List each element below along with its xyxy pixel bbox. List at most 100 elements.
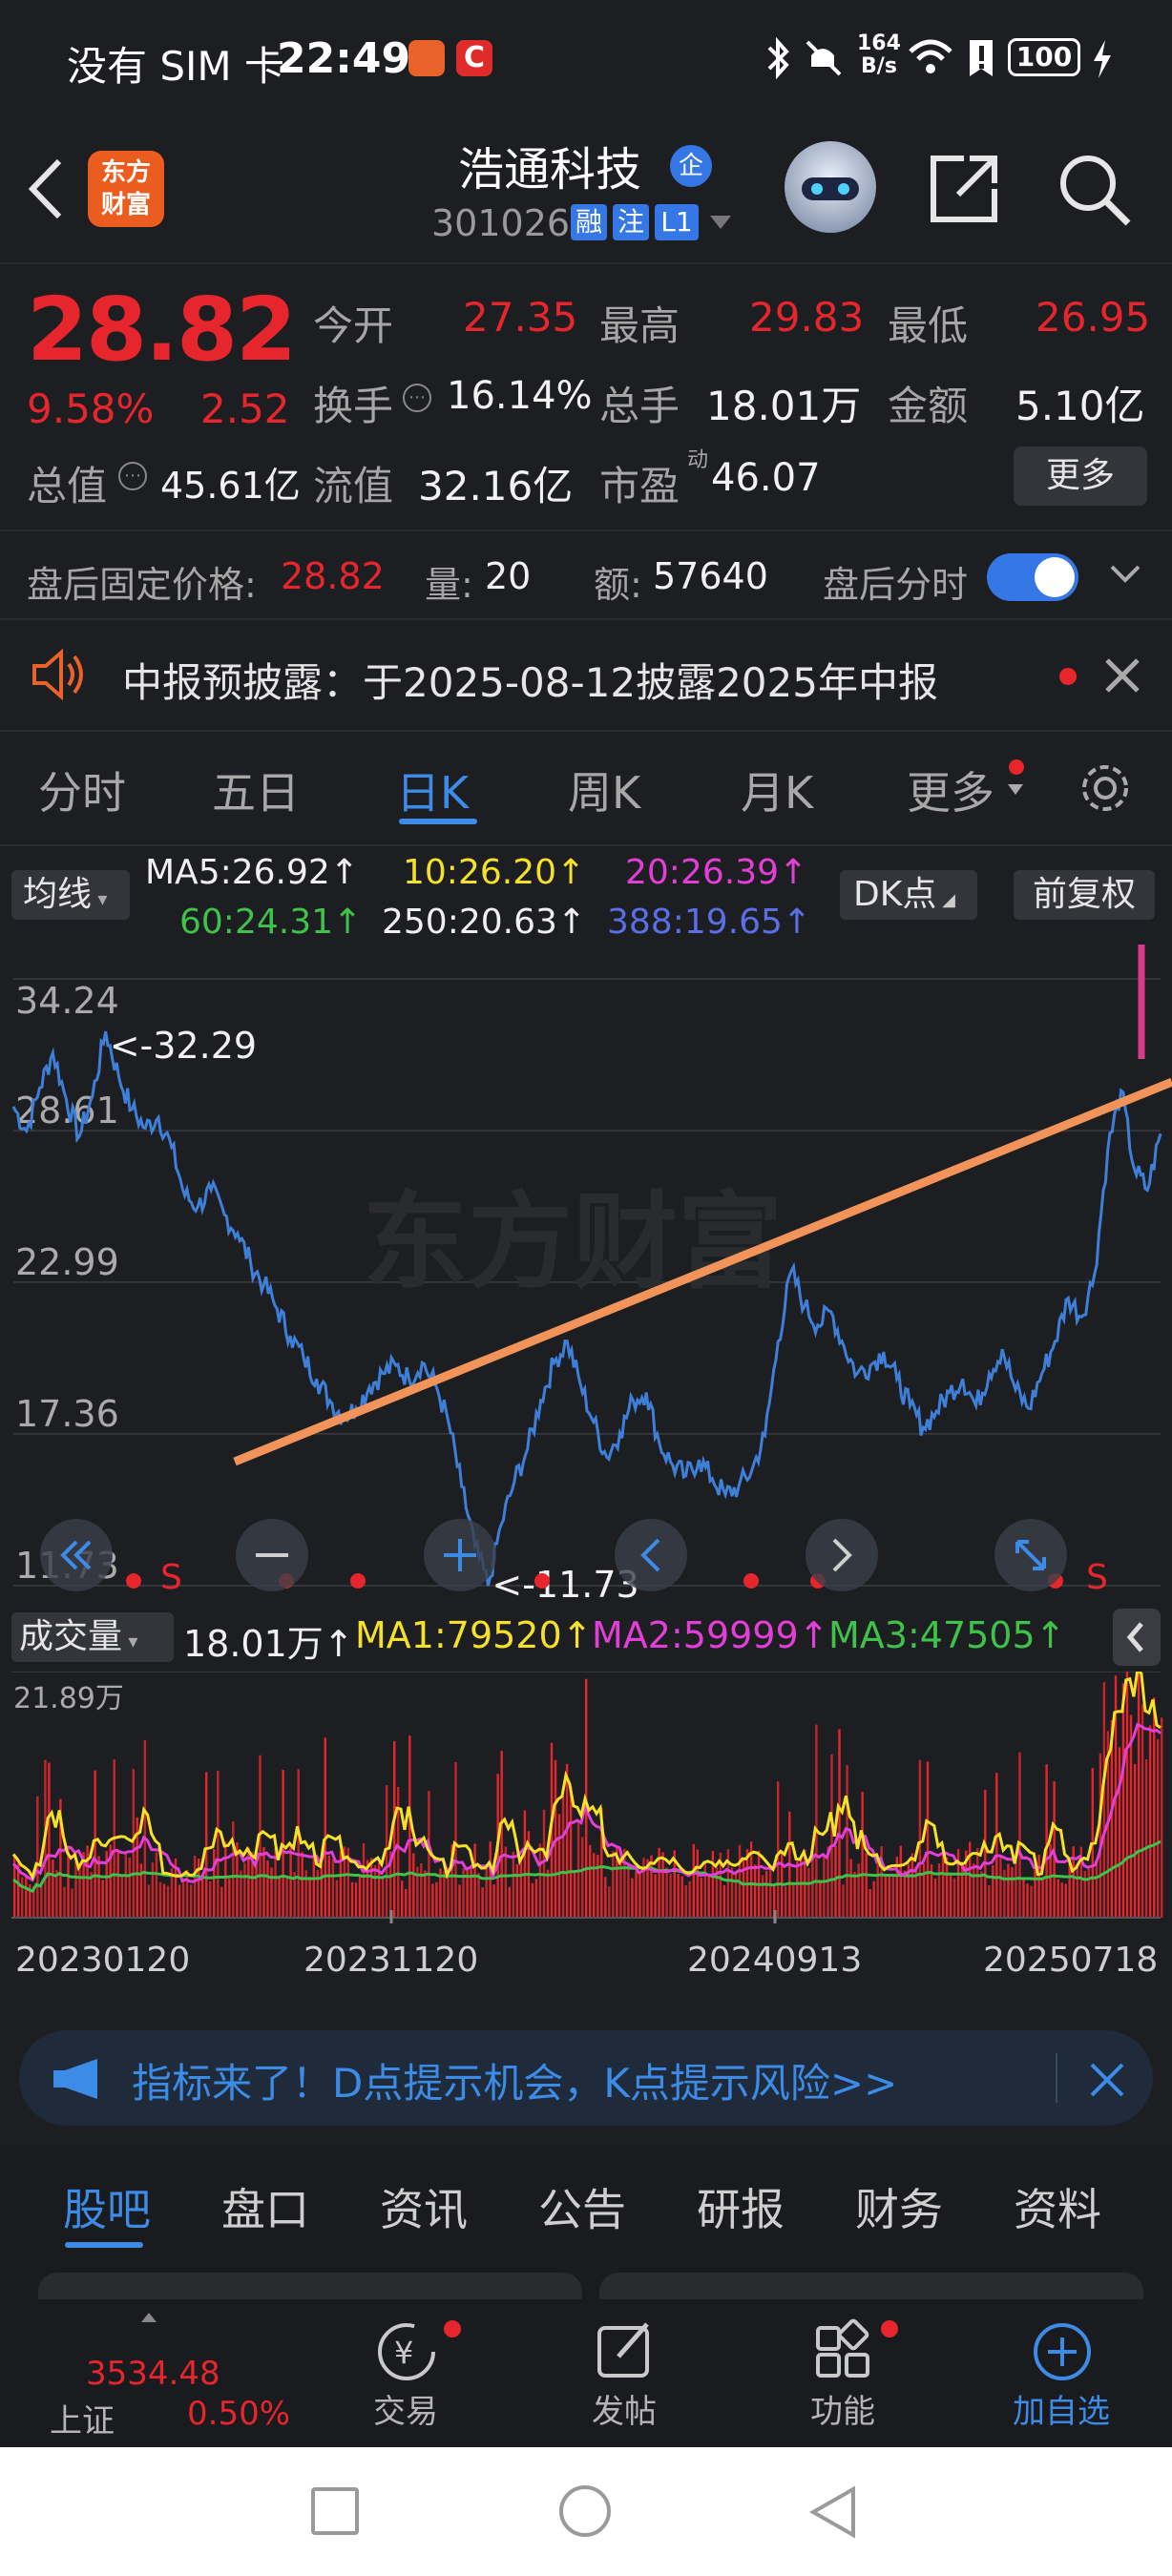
scroll-right-button[interactable] bbox=[806, 1519, 878, 1591]
info-icon[interactable]: ⋯ bbox=[403, 384, 431, 412]
volume-bar bbox=[213, 1849, 216, 1918]
tab-order-book[interactable]: 盘口 bbox=[221, 2175, 309, 2238]
kline-chart[interactable]: 东方财富 34.2428.6122.9917.3611.73 <-32.29 <… bbox=[0, 945, 1172, 1603]
volume-bar bbox=[872, 1880, 875, 1918]
volume-bar bbox=[899, 1845, 902, 1918]
recent-apps-button[interactable] bbox=[311, 2487, 359, 2535]
volume-bar bbox=[984, 1789, 987, 1918]
tab-monthly-k[interactable]: 月K bbox=[741, 758, 813, 821]
tab-news[interactable]: 资讯 bbox=[380, 2175, 468, 2238]
sell-signal: S bbox=[160, 1558, 182, 1597]
more-button[interactable]: 更多 bbox=[1014, 447, 1147, 506]
tab-five-day[interactable]: 五日 bbox=[212, 758, 300, 821]
charging-icon bbox=[1094, 40, 1111, 78]
volume-bar bbox=[635, 1871, 638, 1918]
ma-selector[interactable]: 均线 ▾ bbox=[11, 870, 130, 920]
volume-bar bbox=[573, 1870, 576, 1918]
home-button[interactable] bbox=[559, 2485, 611, 2537]
volume-bar bbox=[807, 1867, 810, 1918]
tab-intraday[interactable]: 分时 bbox=[38, 758, 126, 821]
volume-bar bbox=[589, 1844, 592, 1918]
post-nav-button[interactable]: 发帖 bbox=[548, 2299, 701, 2447]
volume-bar bbox=[512, 1851, 514, 1918]
volume-bar bbox=[853, 1872, 856, 1918]
after-hours-toggle[interactable] bbox=[987, 553, 1078, 601]
info-icon[interactable]: ⋯ bbox=[118, 462, 147, 490]
volume-bar bbox=[569, 1786, 573, 1918]
volume-bar bbox=[481, 1887, 484, 1918]
signal-dot bbox=[534, 1573, 550, 1589]
volume-bar bbox=[945, 1857, 949, 1918]
fullscreen-button[interactable] bbox=[994, 1519, 1067, 1591]
search-icon[interactable] bbox=[1056, 151, 1132, 227]
ma250-value: 250:20.63↑ bbox=[382, 903, 587, 942]
alert-icon bbox=[970, 40, 993, 76]
volume-bar bbox=[1045, 1764, 1048, 1918]
volume-bar bbox=[40, 1884, 43, 1918]
scroll-left-button[interactable] bbox=[615, 1519, 687, 1591]
volume-bar bbox=[980, 1871, 983, 1918]
volume-indicator-selector[interactable]: 成交量 ▾ bbox=[11, 1612, 174, 1662]
volume-bar bbox=[608, 1886, 611, 1918]
zoom-in-button[interactable] bbox=[424, 1519, 496, 1591]
volume-bar bbox=[232, 1821, 235, 1918]
volume-bar bbox=[722, 1885, 726, 1918]
tab-forum[interactable]: 股吧 bbox=[63, 2175, 151, 2238]
robot-assistant-icon[interactable] bbox=[785, 141, 876, 233]
expand-chevron-icon[interactable] bbox=[1109, 563, 1141, 586]
volume-bar bbox=[534, 1879, 538, 1918]
pe-label: 市盈 bbox=[599, 463, 680, 509]
volume-bar bbox=[815, 1724, 818, 1918]
back-arrow-icon[interactable] bbox=[27, 157, 65, 220]
index-ticker[interactable]: 3534.48 上证 0.50% bbox=[0, 2299, 324, 2447]
volume-bar bbox=[335, 1880, 339, 1918]
scroll-left-fast-button[interactable] bbox=[40, 1519, 113, 1591]
volume-bar bbox=[158, 1881, 162, 1918]
close-icon[interactable] bbox=[1103, 656, 1141, 695]
volume-bar bbox=[838, 1729, 841, 1918]
amount-value: 5.10亿 bbox=[1015, 383, 1145, 429]
zoom-out-button[interactable] bbox=[236, 1519, 308, 1591]
dk-point-button[interactable]: DK点 ◢ bbox=[840, 870, 977, 920]
share-icon[interactable] bbox=[926, 151, 1002, 227]
tab-more[interactable]: 更多 bbox=[907, 758, 994, 821]
app-logo[interactable]: 东方 财富 bbox=[88, 151, 164, 227]
price-adjust-button[interactable]: 前复权 bbox=[1014, 870, 1155, 920]
volume-bar bbox=[888, 1875, 890, 1918]
settings-gear-icon[interactable] bbox=[1077, 759, 1134, 817]
promo-banner[interactable]: 指标来了！D点提示机会，K点提示风险>> bbox=[19, 2030, 1153, 2126]
close-icon[interactable] bbox=[1088, 2061, 1126, 2099]
features-nav-button[interactable]: 功能 bbox=[766, 2299, 919, 2447]
volume-bar bbox=[198, 1859, 200, 1918]
volume-bar bbox=[324, 1737, 326, 1919]
tab-daily-k[interactable]: 日K bbox=[396, 758, 469, 821]
tab-financials[interactable]: 财务 bbox=[855, 2175, 943, 2238]
tab-profile[interactable]: 资料 bbox=[1014, 2175, 1101, 2238]
volume-bar bbox=[473, 1843, 476, 1918]
back-button[interactable] bbox=[807, 2485, 859, 2539]
volume-bar bbox=[289, 1844, 292, 1918]
volume-bar bbox=[25, 1874, 28, 1918]
tab-announcements[interactable]: 公告 bbox=[538, 2175, 626, 2238]
chevron-down-icon[interactable] bbox=[708, 214, 733, 233]
volume-bar bbox=[1022, 1880, 1025, 1918]
volume-bar bbox=[297, 1769, 300, 1918]
date-tick-label: 20230120 bbox=[15, 1941, 190, 1980]
volume-bar bbox=[1102, 1682, 1106, 1918]
open-value: 27.35 bbox=[463, 294, 578, 341]
battery-indicator: 100 bbox=[1008, 38, 1080, 76]
price-axis-label: 17.36 bbox=[15, 1393, 119, 1435]
notice-text[interactable]: 中报预披露：于2025-08-12披露2025年中报 bbox=[122, 651, 938, 709]
trade-nav-button[interactable]: ¥ 交易 bbox=[329, 2299, 482, 2447]
ma60-value: 60:24.31↑ bbox=[179, 903, 363, 942]
collapse-indicator-button[interactable] bbox=[1113, 1609, 1161, 1666]
volume-max-label: 21.89万 bbox=[13, 1682, 124, 1715]
add-watchlist-button[interactable]: 加自选 bbox=[985, 2299, 1138, 2447]
tab-weekly-k[interactable]: 周K bbox=[568, 758, 640, 821]
active-tab-indicator bbox=[65, 2242, 143, 2248]
badge-dot bbox=[444, 2320, 461, 2337]
volume-bar bbox=[700, 1878, 702, 1918]
tab-research[interactable]: 研报 bbox=[697, 2175, 785, 2238]
unread-dot bbox=[1059, 668, 1077, 685]
pe-dynamic-sup: 动 bbox=[687, 448, 709, 472]
